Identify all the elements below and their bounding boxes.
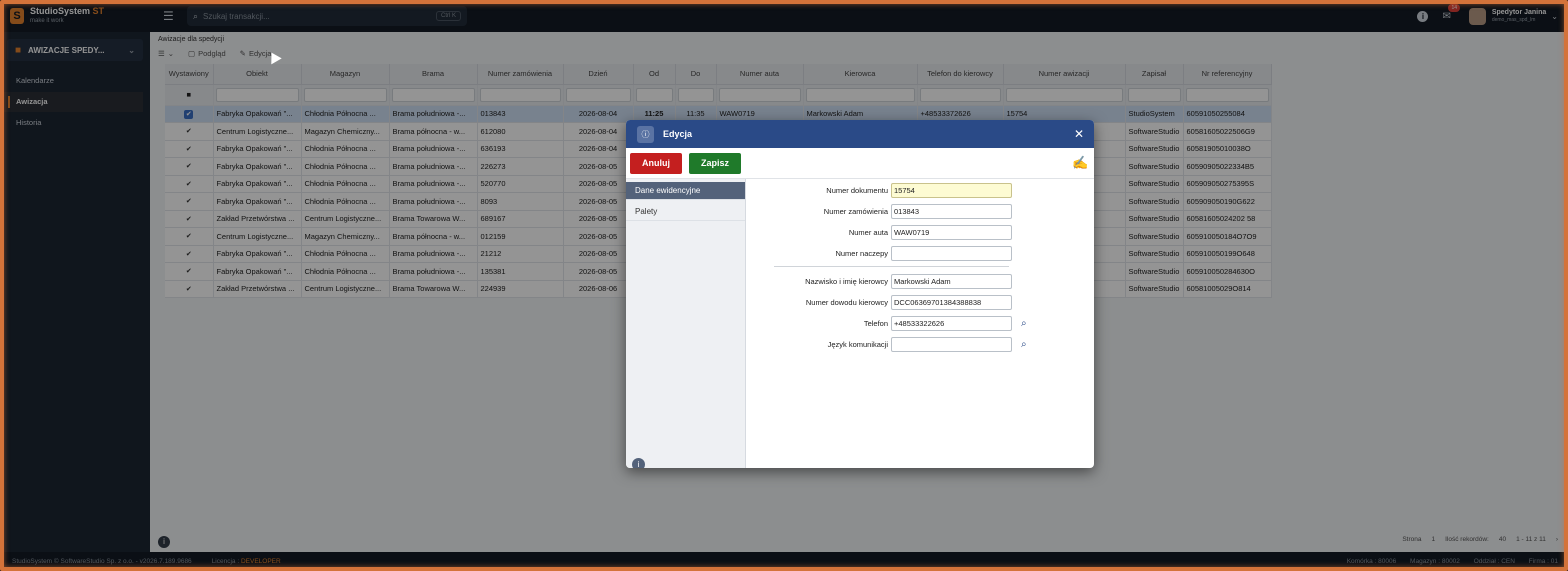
info-icon[interactable]: i [632, 458, 645, 468]
form-row-numer-dokumentu: Numer dokumentu 15754 [746, 182, 1094, 198]
field-label: Język komunikacji [827, 339, 888, 349]
dialog-title: Edycja [663, 129, 693, 139]
vehicle-number-field[interactable]: WAW0719 [891, 224, 1012, 240]
form-row-telefon: Telefon +48533322626 ⌕ [746, 315, 1094, 331]
dialog-actions: Anuluj Zapisz ✍ [626, 148, 1094, 179]
signature-icon[interactable]: ✍ [1072, 155, 1088, 171]
field-label: Numer dowodu kierowcy [805, 297, 888, 307]
form-row-numer-zamowienia: Numer zamówienia 013843 [746, 203, 1094, 219]
field-label: Numer naczepy [835, 248, 888, 258]
form-row-jezyk: Język komunikacji ⌕ [746, 336, 1094, 352]
order-number-field[interactable]: 013843 [891, 203, 1012, 219]
field-label: Numer zamówienia [823, 206, 888, 216]
trailer-number-field[interactable] [891, 245, 1012, 261]
driver-id-field[interactable]: DCC06369701384388838 [891, 294, 1012, 310]
form-row-numer-auta: Numer auta WAW0719 [746, 224, 1094, 240]
cancel-button[interactable]: Anuluj [630, 152, 682, 174]
form-row-numer-naczepy: Numer naczepy [746, 245, 1094, 261]
form-row-dowod: Numer dowodu kierowcy DCC063697013843888… [746, 294, 1094, 310]
field-label: Numer auta [848, 227, 888, 237]
tab-palety[interactable]: Palety [626, 203, 745, 221]
close-icon[interactable]: ✕ [1074, 127, 1084, 141]
field-label: Nazwisko i imię kierowcy [805, 276, 888, 286]
edit-dialog: ⓘ Edycja ✕ Anuluj Zapisz ✍ Dane ewidency… [626, 120, 1094, 468]
search-icon[interactable]: ⌕ [1021, 339, 1027, 350]
document-number-field[interactable]: 15754 [891, 182, 1012, 198]
field-label: Telefon [863, 318, 888, 328]
search-icon[interactable]: ⌕ [1021, 318, 1027, 329]
save-button[interactable]: Zapisz [689, 152, 742, 174]
form-row-kierowca: Nazwisko i imię kierowcy Markowski Adam [746, 273, 1094, 289]
field-label: Numer dokumentu [826, 185, 888, 195]
form-divider [774, 266, 1009, 267]
phone-field[interactable]: +48533322626 [891, 315, 1012, 331]
driver-name-field[interactable]: Markowski Adam [891, 273, 1012, 289]
language-field[interactable] [891, 336, 1012, 352]
dialog-tabs: Dane ewidencyjne Palety i [626, 179, 746, 468]
info-icon: ⓘ [637, 125, 654, 143]
dialog-form: Numer dokumentu 15754 Numer zamówienia 0… [746, 179, 1094, 468]
dialog-header: ⓘ Edycja ✕ [626, 120, 1094, 148]
tab-dane-ewidencyjne[interactable]: Dane ewidencyjne [626, 182, 745, 200]
